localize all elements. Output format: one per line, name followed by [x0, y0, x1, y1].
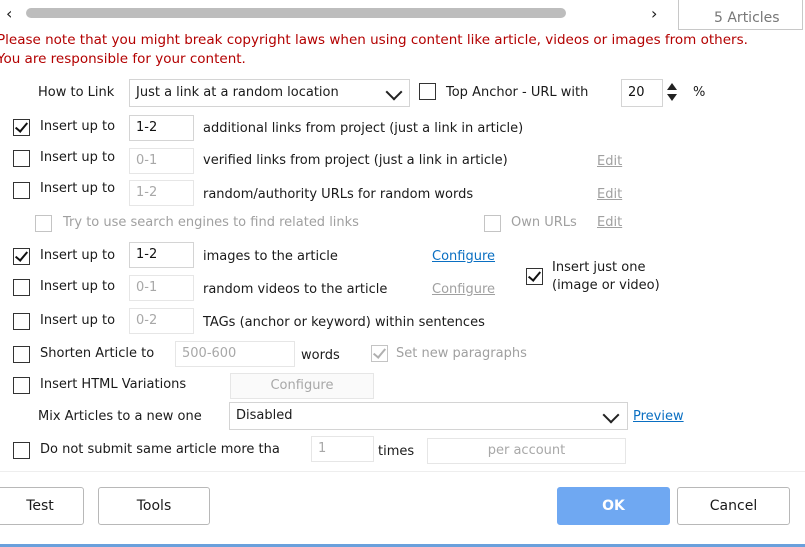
insert-just-one-line2: (image or video) — [552, 278, 660, 293]
top-anchor-checkbox[interactable] — [419, 83, 436, 100]
images-label: Insert up to — [40, 248, 116, 263]
tags-label: Insert up to — [40, 313, 116, 328]
verified-links-checkbox[interactable] — [13, 150, 30, 167]
no-resubmit-label: Do not submit same article more tha — [40, 442, 280, 457]
mix-articles-label: Mix Articles to a new one — [38, 409, 202, 424]
tools-button[interactable]: Tools — [98, 487, 210, 525]
set-new-paragraphs-label: Set new paragraphs — [396, 346, 527, 361]
how-to-link-value: Just a link at a random location — [136, 85, 339, 100]
videos-label: Insert up to — [40, 279, 116, 294]
shorten-article-input[interactable]: 500-600 — [175, 341, 295, 367]
scrollbar-thumb[interactable] — [26, 8, 566, 18]
mix-articles-select[interactable]: Disabled — [229, 402, 628, 430]
top-anchor-label: Top Anchor - URL with — [446, 85, 589, 100]
verified-links-label: Insert up to — [40, 150, 116, 165]
html-variations-label: Insert HTML Variations — [40, 377, 187, 392]
random-urls-label: Insert up to — [40, 181, 116, 196]
horizontal-scrollbar[interactable]: ‹ › — [0, 0, 680, 26]
per-account-select[interactable]: per account — [427, 438, 626, 464]
chevron-down-icon — [602, 406, 620, 424]
tags-checkbox[interactable] — [13, 313, 30, 330]
own-urls-checkbox[interactable] — [484, 215, 501, 232]
images-checkbox[interactable] — [13, 248, 30, 265]
random-urls-desc: random/authority URLs for random words — [203, 187, 474, 202]
copyright-warning-line1: Please note that you might break copyrig… — [0, 32, 748, 48]
cancel-button[interactable]: Cancel — [677, 487, 790, 525]
videos-checkbox[interactable] — [13, 279, 30, 296]
verified-links-desc: verified links from project (just a link… — [203, 153, 508, 168]
verified-links-edit-link[interactable]: Edit — [597, 153, 622, 171]
videos-input[interactable]: 0-1 — [129, 275, 194, 301]
additional-links-checkbox[interactable] — [13, 119, 30, 136]
how-to-link-label: How to Link — [38, 85, 115, 100]
shorten-article-checkbox[interactable] — [13, 346, 30, 363]
no-resubmit-times-input[interactable]: 1 — [311, 436, 374, 462]
insert-just-one-checkbox[interactable] — [526, 268, 543, 285]
images-configure-link[interactable]: Configure — [432, 248, 495, 266]
images-desc: images to the article — [203, 249, 338, 264]
footer-separator — [0, 471, 805, 472]
mix-articles-value: Disabled — [236, 408, 293, 423]
ok-button[interactable]: OK — [557, 487, 670, 525]
spin-up-icon[interactable] — [667, 83, 677, 90]
own-urls-edit-link[interactable]: Edit — [597, 214, 622, 232]
no-resubmit-checkbox[interactable] — [13, 442, 30, 459]
videos-desc: random videos to the article — [203, 282, 388, 297]
tags-desc: TAGs (anchor or keyword) within sentence… — [203, 315, 485, 330]
scroll-left-icon[interactable]: ‹ — [6, 4, 12, 23]
html-variations-checkbox[interactable] — [13, 377, 30, 394]
copyright-warning-line2: You are responsible for your content. — [0, 51, 246, 67]
top-anchor-spinner[interactable] — [663, 79, 683, 107]
mix-articles-preview-link[interactable]: Preview — [633, 408, 684, 426]
random-urls-edit-link[interactable]: Edit — [597, 186, 622, 204]
search-engines-label: Try to use search engines to find relate… — [63, 215, 359, 230]
shorten-article-label: Shorten Article to — [40, 346, 155, 361]
articles-count: 5 Articles — [714, 10, 780, 26]
additional-links-desc: additional links from project (just a li… — [203, 121, 524, 136]
no-resubmit-unit: times — [378, 444, 415, 459]
additional-links-input[interactable]: 1-2 — [129, 115, 194, 141]
set-new-paragraphs-checkbox[interactable] — [371, 345, 388, 362]
top-anchor-input[interactable]: 20 — [621, 79, 663, 107]
own-urls-label: Own URLs — [511, 215, 577, 230]
scroll-right-icon[interactable]: › — [651, 4, 657, 23]
articles-count-box: 5 Articles — [678, 0, 803, 30]
videos-configure-link[interactable]: Configure — [432, 281, 495, 299]
insert-just-one-line1: Insert just one — [552, 260, 646, 275]
tags-input[interactable]: 0-2 — [129, 308, 194, 334]
test-button[interactable]: Test — [0, 487, 84, 525]
random-urls-input[interactable]: 1-2 — [129, 180, 194, 206]
spin-down-icon[interactable] — [667, 94, 677, 101]
how-to-link-select[interactable]: Just a link at a random location — [129, 79, 410, 107]
verified-links-input[interactable]: 0-1 — [129, 148, 194, 174]
search-engines-checkbox[interactable] — [35, 215, 52, 232]
shorten-article-unit: words — [301, 348, 340, 363]
additional-links-label: Insert up to — [40, 119, 116, 134]
html-variations-configure-button[interactable]: Configure — [230, 373, 374, 399]
random-urls-checkbox[interactable] — [13, 182, 30, 199]
chevron-down-icon — [385, 83, 403, 101]
images-input[interactable]: 1-2 — [129, 242, 194, 268]
top-anchor-unit: % — [693, 85, 706, 100]
